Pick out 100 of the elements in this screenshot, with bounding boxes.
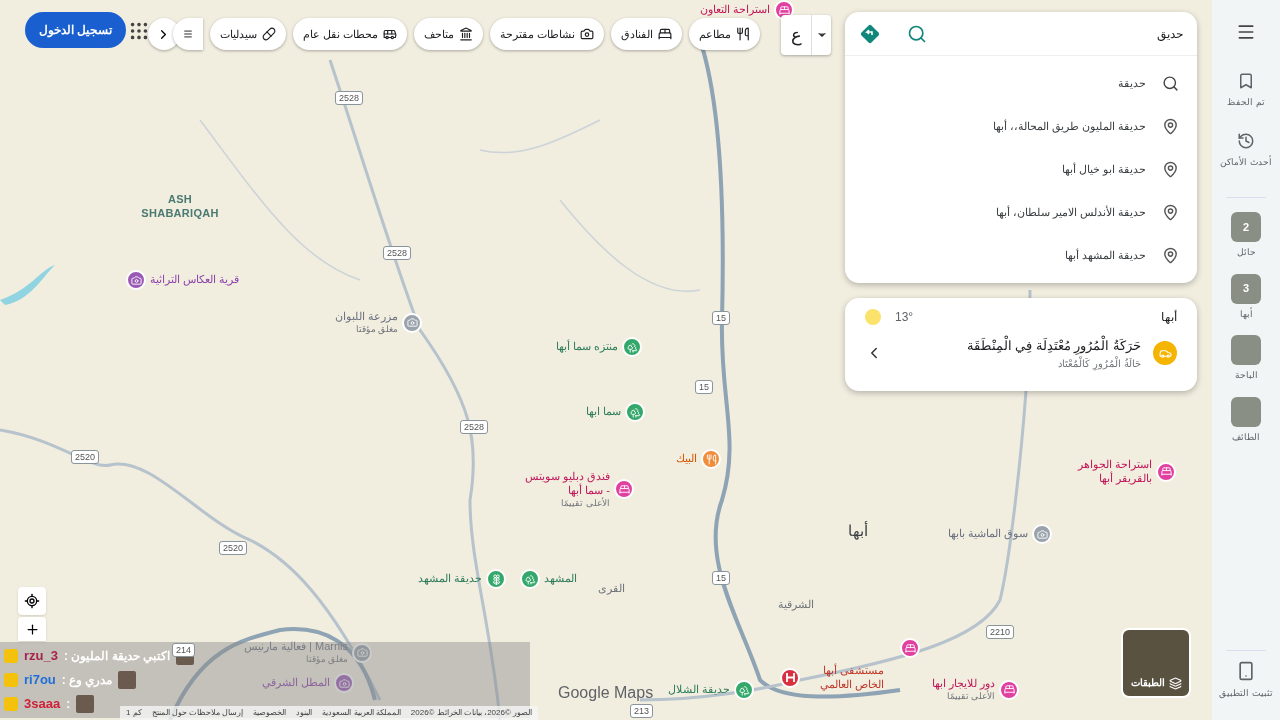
footer-link[interactable]: إرسال ملاحظات حول المنتج (151, 707, 244, 719)
category-icon (580, 27, 594, 41)
map-label: حديقة المشهد (418, 572, 483, 586)
map-pin-icon[interactable] (1032, 524, 1053, 544)
scale-label: 1 كم (126, 707, 142, 719)
search-suggestion[interactable]: حديقة المشهد أبها (845, 234, 1197, 277)
traffic-status: حَرَكَةُ الْمُرُورِ مُعْتَدِلَة فِي الْمِنْطَقَة (966, 336, 1141, 356)
traffic-icon (1153, 341, 1177, 366)
avatar (76, 695, 95, 713)
map-pin-icon[interactable] (126, 270, 146, 290)
place-photo: 3 (1231, 273, 1261, 304)
category-chip[interactable]: محطات نقل عام (292, 18, 407, 50)
my-location-button[interactable] (18, 587, 46, 615)
map-pin-icon[interactable] (614, 479, 634, 500)
chat-message: اكتبي حديقة المليون : (63, 648, 170, 665)
map-label: ASH SHABARIQAH (140, 193, 220, 221)
city-name: أبها (1161, 309, 1177, 326)
footer-link[interactable]: البنود (296, 707, 313, 719)
plus-icon (24, 621, 40, 637)
search-suggestion[interactable]: حديقة الأندلس الامير سلطان، أبها (845, 191, 1197, 234)
recent-button[interactable]: أحدث الأماكن (1220, 131, 1272, 169)
chat-message: مدري وع : (61, 672, 113, 689)
place-pin-icon (1162, 204, 1179, 221)
partial-chip-icon[interactable] (172, 18, 203, 50)
map-logo: Google Maps (558, 683, 654, 703)
map-label-note: مغلق مؤقتا (305, 653, 349, 665)
bookmark-icon (1237, 72, 1255, 90)
saved-button[interactable]: تم الحفظ (1227, 72, 1265, 110)
map-label-note: الأعلى تقييمًا (946, 690, 996, 702)
menu-icon[interactable] (1236, 22, 1256, 42)
map-pin-icon[interactable] (402, 312, 423, 333)
history-icon (1237, 131, 1255, 150)
apps-icon[interactable] (128, 20, 150, 42)
road-number: 214 (172, 643, 196, 657)
road-number: 2520 (71, 450, 100, 464)
search-suggestion[interactable]: حديقة (845, 62, 1197, 105)
category-chip[interactable]: متاحف (413, 18, 483, 50)
place-pin-icon (1162, 161, 1179, 178)
map-label: القرى (598, 582, 625, 596)
footer-link[interactable]: المملكة العربية السعودية (322, 707, 401, 719)
map-pin-icon[interactable] (701, 449, 721, 469)
road-number: 15 (712, 571, 730, 585)
sign-in-button[interactable]: تسجيل الدخول (25, 12, 127, 48)
category-chip[interactable]: الفنادق (611, 18, 682, 50)
map-label: دور للايجار ابها (932, 677, 996, 690)
map-label: منتزه سما أبها (556, 340, 619, 354)
search-field[interactable]: حديق (937, 24, 1183, 43)
map-label: البيك (676, 452, 697, 466)
road-number: 2528 (383, 246, 412, 260)
category-chip[interactable]: نشاطات مقترحة (489, 18, 604, 50)
search-icon[interactable] (907, 23, 927, 44)
map-pin-icon[interactable] (622, 337, 643, 357)
map-label: قرية العكاس التراثية (150, 273, 240, 287)
recent-place[interactable]: الطائف (1231, 396, 1261, 444)
map-label: استراحة الجواهر بالقريقر أبها (1076, 458, 1152, 486)
map-pin-icon[interactable] (1156, 461, 1176, 482)
category-icon (658, 27, 672, 41)
sun-icon (865, 309, 881, 325)
search-icon (1162, 75, 1179, 92)
map-label: المطل الشرقي (262, 676, 331, 690)
zoom-in-button[interactable] (18, 617, 46, 641)
category-chip[interactable]: مطاعم (689, 18, 760, 50)
map-label: سوق الماشية بابها (948, 527, 1029, 541)
map-label: فعالية مارنيس | Marnis (244, 640, 349, 654)
map-pin-icon[interactable] (734, 680, 755, 700)
road-number: 15 (712, 311, 730, 325)
recent-place[interactable]: الباحة (1231, 335, 1261, 383)
footer-link[interactable]: الخصوصية (253, 707, 287, 719)
place-pin-icon (1162, 118, 1179, 135)
map-label-note: الأعلى تقييمًا (561, 497, 610, 509)
road-number: 2210 (986, 625, 1015, 639)
footer-link[interactable]: الصور ©2026، بيانات الخرائط ©2026 (410, 707, 533, 719)
chat-badge-icon (4, 697, 18, 711)
category-icon (458, 27, 473, 41)
map-pin-icon[interactable] (486, 569, 507, 589)
hotel-pin-icon[interactable] (900, 638, 920, 658)
map-label: مستشفى أبها الخاص العالمي (818, 664, 884, 692)
category-chip[interactable]: سيدليات (209, 18, 286, 50)
avatar (118, 671, 137, 689)
layers-icon (1168, 677, 1182, 690)
temperature: 13° (895, 309, 914, 326)
category-icon (736, 27, 750, 41)
map-label: أبها (848, 522, 868, 541)
map-pin-icon[interactable] (520, 569, 540, 589)
layers-button[interactable]: الطبقات (1121, 628, 1191, 698)
chat-username: ri7ou (24, 671, 56, 690)
road-number: 2528 (335, 91, 364, 105)
category-icon (382, 27, 397, 41)
map-pin-icon[interactable] (625, 402, 646, 422)
map-pin-icon[interactable] (999, 679, 1020, 700)
map-pin-icon[interactable] (780, 667, 800, 688)
install-app-button[interactable]: تثبيت التطبيق (1219, 660, 1273, 700)
place-photo: 2 (1231, 212, 1261, 242)
search-suggestion[interactable]: حديقة المليون طريق المحالة،، أبها (845, 105, 1197, 148)
search-suggestion[interactable]: حديقة ابو خيال أبها (845, 148, 1197, 191)
map-label: حديقة الشلال (668, 683, 731, 697)
map-pin-icon[interactable] (334, 673, 355, 693)
chat-badge-icon (4, 673, 18, 687)
map-label: مزرعة اللبوان (335, 310, 399, 324)
phone-icon (1236, 660, 1256, 681)
